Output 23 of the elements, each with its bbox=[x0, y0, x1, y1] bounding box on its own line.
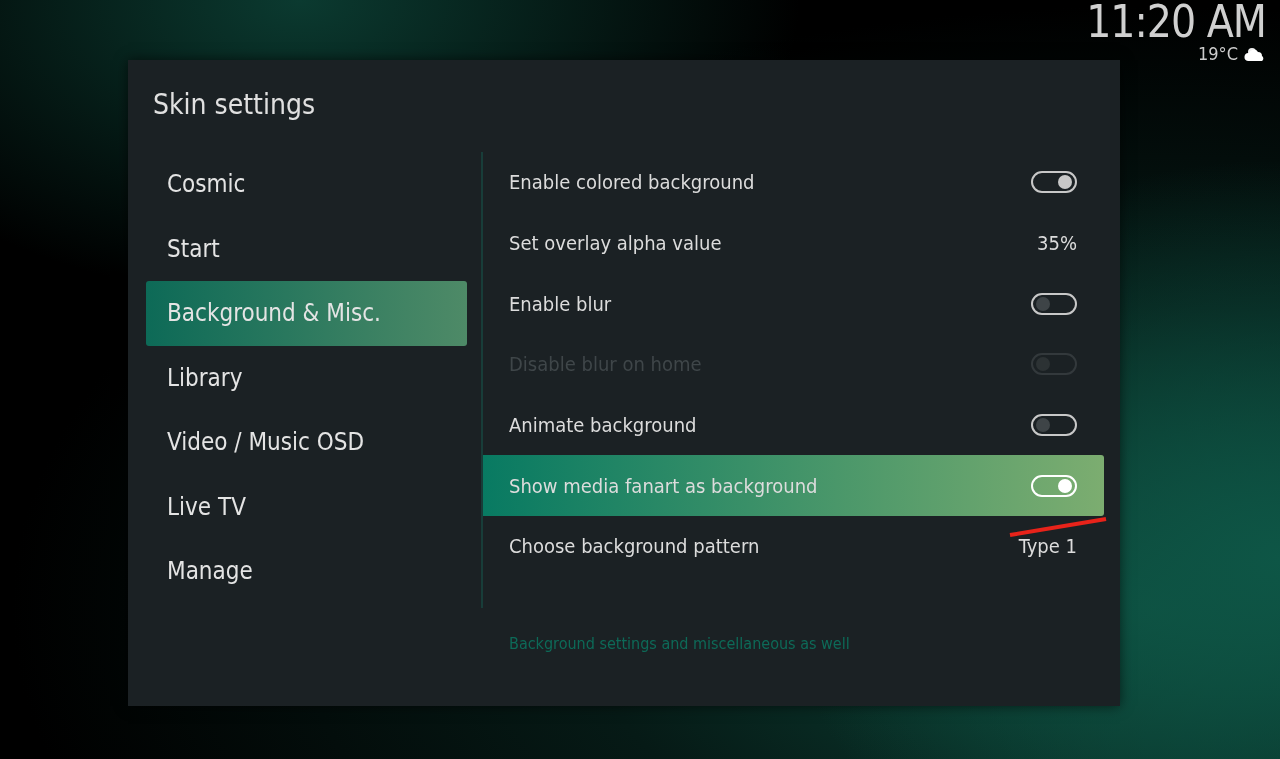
setting-row[interactable]: Animate background bbox=[483, 394, 1104, 456]
setting-value: 35% bbox=[1037, 231, 1077, 256]
setting-label: Animate background bbox=[509, 413, 697, 438]
setting-label: Enable blur bbox=[509, 291, 612, 316]
setting-label: Set overlay alpha value bbox=[509, 231, 722, 256]
setting-label: Choose background pattern bbox=[509, 534, 760, 559]
dialog-title: Skin settings bbox=[153, 88, 316, 123]
setting-value: Type 1 bbox=[1018, 534, 1077, 559]
category-item[interactable]: Manage bbox=[146, 539, 467, 604]
category-item[interactable]: Live TV bbox=[146, 474, 467, 539]
category-item[interactable]: Library bbox=[146, 345, 467, 410]
setting-label: Enable colored background bbox=[509, 170, 755, 195]
setting-row[interactable]: Choose background pattern Type 1 bbox=[483, 516, 1104, 577]
setting-label: Show media fanart as background bbox=[509, 473, 818, 498]
cloud-icon bbox=[1244, 45, 1266, 62]
category-item[interactable]: Start bbox=[146, 216, 467, 281]
setting-row[interactable]: Enable blur bbox=[483, 273, 1104, 335]
setting-row[interactable]: Enable colored background bbox=[483, 152, 1104, 213]
setting-row[interactable]: Set overlay alpha value 35% bbox=[483, 212, 1104, 274]
category-item[interactable]: Video / Music OSD bbox=[146, 410, 467, 475]
category-item[interactable]: Cosmic bbox=[146, 152, 467, 217]
category-item[interactable]: Background & Misc. bbox=[146, 281, 467, 346]
description-text: Background settings and miscellaneous as well bbox=[509, 634, 851, 653]
